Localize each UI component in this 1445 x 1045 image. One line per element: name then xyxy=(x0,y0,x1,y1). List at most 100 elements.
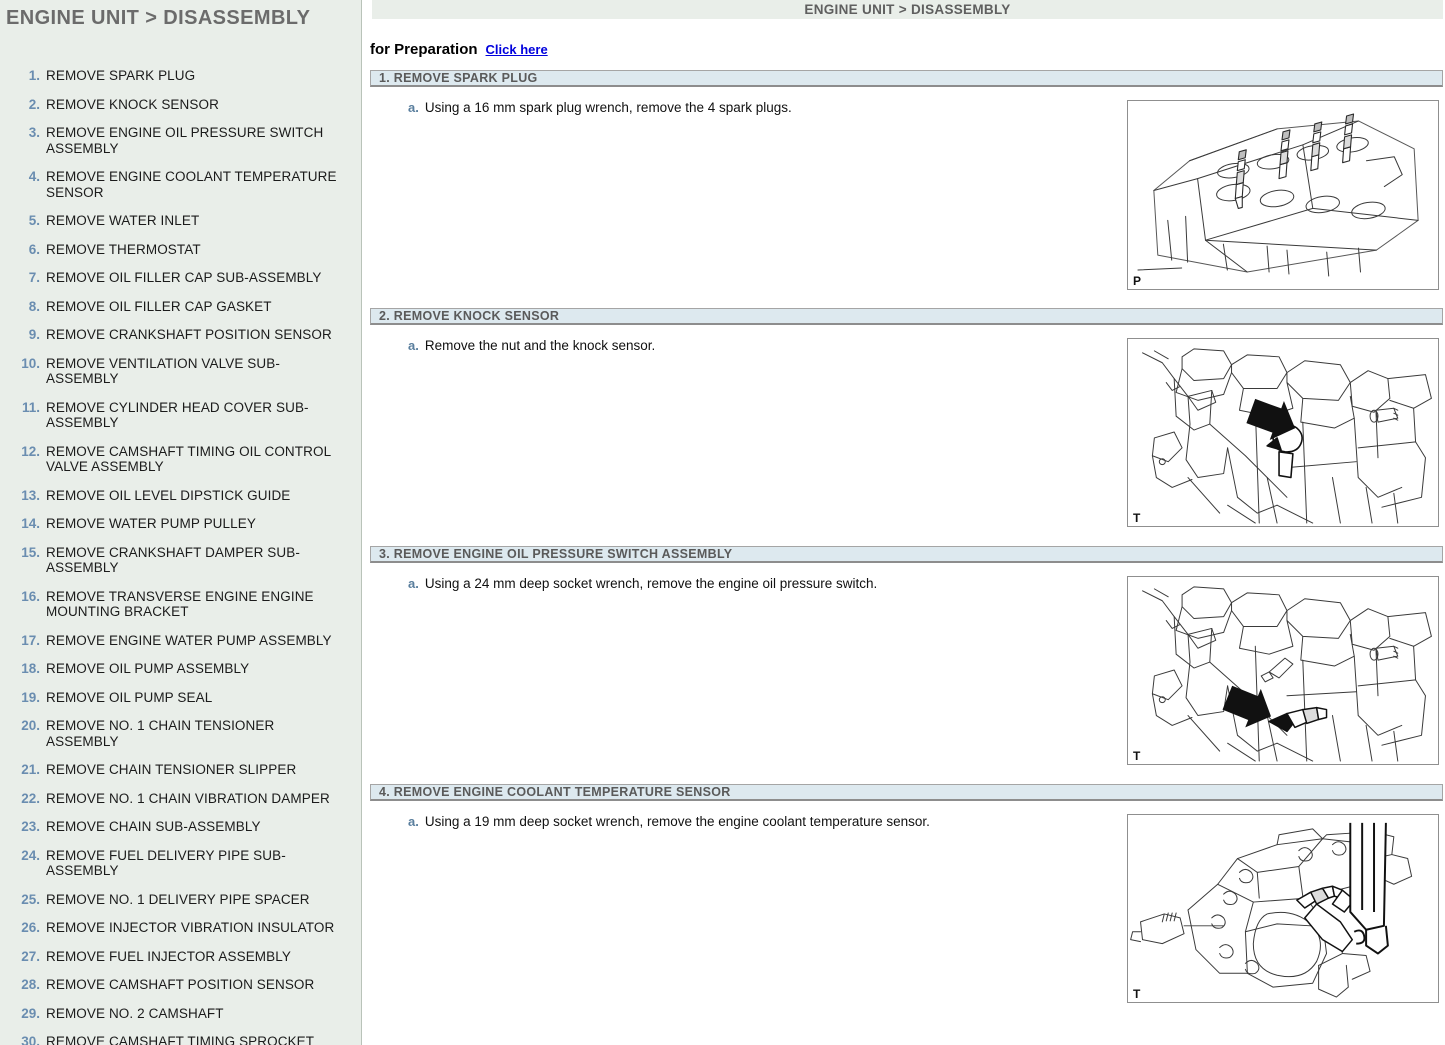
step-heading-text: 1. REMOVE SPARK PLUG xyxy=(379,71,538,85)
figure-reference-tag: T xyxy=(1133,987,1141,1001)
sidebar-procedure-list: 1. REMOVE SPARK PLUG 2. REMOVE KNOCK SENSOR… xyxy=(0,68,361,1045)
sidebar-item-number: 28. xyxy=(21,977,40,992)
sidebar-item-21[interactable]: 21. REMOVE CHAIN TENSIONER SLIPPER xyxy=(0,762,361,778)
sidebar-item-25[interactable]: 25. REMOVE NO. 1 DELIVERY PIPE SPACER xyxy=(0,892,361,908)
sidebar-item-label: REMOVE INJECTOR VIBRATION INSULATOR xyxy=(46,920,335,935)
sidebar-item-20[interactable]: 20. REMOVE NO. 1 CHAIN TENSIONER ASSEMBLY xyxy=(0,718,361,749)
sidebar-item-10[interactable]: 10. REMOVE VENTILATION VALVE SUB-ASSEMBLY xyxy=(0,356,361,387)
sidebar-item-number: 24. xyxy=(21,847,40,863)
sidebar-item-27[interactable]: 27. REMOVE FUEL INJECTOR ASSEMBLY xyxy=(0,949,361,965)
sidebar-item-number: 9. xyxy=(28,327,40,342)
sidebar-item-label: REMOVE CHAIN TENSIONER SLIPPER xyxy=(46,762,297,777)
step-instruction: a. Remove the nut and the knock sensor. xyxy=(408,338,1127,353)
sidebar-item-17[interactable]: 17. REMOVE ENGINE WATER PUMP ASSEMBLY xyxy=(0,633,361,649)
sidebar-item-15[interactable]: 15. REMOVE CRANKSHAFT DAMPER SUB-ASSEMBLY xyxy=(0,545,361,576)
sidebar-item-number: 17. xyxy=(21,632,40,648)
sidebar-item-label: REMOVE CAMSHAFT TIMING SPROCKET xyxy=(46,1034,315,1045)
sidebar-item-number: 27. xyxy=(21,948,40,964)
sidebar-item-19[interactable]: 19. REMOVE OIL PUMP SEAL xyxy=(0,690,361,706)
sidebar-item-label: REMOVE SPARK PLUG xyxy=(46,68,196,83)
sidebar-title: ENGINE UNIT > DISASSEMBLY xyxy=(6,7,311,29)
preparation-click-here-link[interactable]: Click here xyxy=(486,42,548,57)
sidebar-item-9[interactable]: 9. REMOVE CRANKSHAFT POSITION SENSOR xyxy=(0,327,361,343)
sidebar-item-number: 7. xyxy=(28,270,40,285)
content-header-bar: ENGINE UNIT > DISASSEMBLY xyxy=(372,0,1443,19)
sidebar-item-11[interactable]: 11. REMOVE CYLINDER HEAD COVER SUB-ASSEMB… xyxy=(0,400,361,431)
sidebar-item-29[interactable]: 29. REMOVE NO. 2 CAMSHAFT xyxy=(0,1006,361,1022)
step-body: a. Using a 16 mm spark plug wrench, remov… xyxy=(370,87,1443,299)
sidebar-item-label: REMOVE OIL FILLER CAP GASKET xyxy=(46,298,272,314)
sidebar-item-12[interactable]: 12. REMOVE CAMSHAFT TIMING OIL CONTROL VA… xyxy=(0,444,361,475)
sidebar-item-7[interactable]: 7. REMOVE OIL FILLER CAP SUB-ASSEMBLY xyxy=(0,270,361,286)
technical-illustration-1: P xyxy=(1127,100,1439,290)
sidebar-item-18[interactable]: 18. REMOVE OIL PUMP ASSEMBLY xyxy=(0,661,361,677)
sidebar-item-number: 1. xyxy=(28,68,40,83)
step-1: 1. REMOVE SPARK PLUG a. Using a 16 mm spar… xyxy=(370,70,1443,299)
sidebar-item-8[interactable]: 8. REMOVE OIL FILLER CAP GASKET xyxy=(0,299,361,315)
sidebar-item-number: 11. xyxy=(21,399,40,415)
sidebar-item-1[interactable]: 1. REMOVE SPARK PLUG xyxy=(0,68,361,84)
step-heading-bar: 2. REMOVE KNOCK SENSOR xyxy=(370,308,1443,325)
step-3: 3. REMOVE ENGINE OIL PRESSURE SWITCH ASS… xyxy=(370,546,1443,775)
step-heading-text: 4. REMOVE ENGINE COOLANT TEMPERATURE SEN… xyxy=(379,785,731,799)
sidebar-item-label: REMOVE VENTILATION VALVE SUB-ASSEMBLY xyxy=(46,355,280,387)
sidebar-item-number: 18. xyxy=(21,661,40,676)
sidebar-item-13[interactable]: 13. REMOVE OIL LEVEL DIPSTICK GUIDE xyxy=(0,488,361,504)
sidebar-item-label: REMOVE OIL PUMP ASSEMBLY xyxy=(46,661,250,676)
figure-reference-tag: P xyxy=(1133,274,1142,288)
sidebar-item-23[interactable]: 23. REMOVE CHAIN SUB-ASSEMBLY xyxy=(0,819,361,835)
step-instruction-text: Remove the nut and the knock sensor. xyxy=(424,338,656,353)
sidebar-item-30[interactable]: 30. REMOVE CAMSHAFT TIMING SPROCKET xyxy=(0,1034,361,1045)
sidebar-item-5[interactable]: 5. REMOVE WATER INLET xyxy=(0,213,361,229)
sidebar-item-26[interactable]: 26. REMOVE INJECTOR VIBRATION INSULATOR xyxy=(0,920,361,936)
sidebar-item-number: 16. xyxy=(21,588,40,604)
step-text-column: a. Using a 24 mm deep socket wrench, remo… xyxy=(370,576,1127,591)
sidebar-item-number: 3. xyxy=(28,125,40,140)
sidebar-item-label: REMOVE CAMSHAFT TIMING OIL CONTROL VALVE… xyxy=(46,443,331,475)
step-2: 2. REMOVE KNOCK SENSOR a. Remove the nut a… xyxy=(370,308,1443,537)
step-heading-bar: 3. REMOVE ENGINE OIL PRESSURE SWITCH ASS… xyxy=(370,546,1443,563)
technical-illustration-4: T xyxy=(1127,814,1439,1003)
sidebar-item-label: REMOVE ENGINE WATER PUMP ASSEMBLY xyxy=(46,632,332,648)
sidebar-item-number: 12. xyxy=(21,443,40,459)
technical-illustration-2: T xyxy=(1127,338,1439,527)
service-manual-page: ENGINE UNIT > DISASSEMBLY 1. REMOVE SPARK… xyxy=(0,0,1445,1045)
sidebar-item-number: 19. xyxy=(21,689,40,705)
sidebar-item-28[interactable]: 28. REMOVE CAMSHAFT POSITION SENSOR xyxy=(0,977,361,993)
preparation-row: for Preparation Click here xyxy=(362,19,1445,58)
step-figure-column: T xyxy=(1127,814,1443,1003)
step-text-column: a. Using a 16 mm spark plug wrench, remov… xyxy=(370,100,1127,115)
sidebar-item-6[interactable]: 6. REMOVE THERMOSTAT xyxy=(0,242,361,258)
sidebar-item-number: 29. xyxy=(21,1005,40,1021)
sidebar-item-16[interactable]: 16. REMOVE TRANSVERSE ENGINE ENGINE MOUNT… xyxy=(0,589,361,620)
sidebar-item-label: REMOVE FUEL DELIVERY PIPE SUB-ASSEMBLY xyxy=(46,847,286,879)
sidebar-item-label: REMOVE TRANSVERSE ENGINE ENGINE MOUNTING… xyxy=(46,588,314,620)
sidebar-item-label: REMOVE NO. 1 CHAIN VIBRATION DAMPER xyxy=(46,790,330,806)
sidebar-item-number: 13. xyxy=(21,487,40,503)
sidebar-item-label: REMOVE NO. 2 CAMSHAFT xyxy=(46,1005,224,1021)
step-heading-bar: 1. REMOVE SPARK PLUG xyxy=(370,70,1443,87)
step-instruction-marker: a. xyxy=(408,576,419,591)
sidebar-item-number: 22. xyxy=(21,790,40,806)
sidebar-item-number: 20. xyxy=(21,718,40,733)
step-heading-bar: 4. REMOVE ENGINE COOLANT TEMPERATURE SEN… xyxy=(370,784,1443,801)
step-figure-column: T xyxy=(1127,338,1443,527)
sidebar-item-label: REMOVE WATER INLET xyxy=(46,213,200,228)
step-text-column: a. Remove the nut and the knock sensor. xyxy=(370,338,1127,353)
step-instruction: a. Using a 16 mm spark plug wrench, remov… xyxy=(408,100,1127,115)
sidebar-item-number: 14. xyxy=(21,516,40,531)
sidebar-item-number: 23. xyxy=(21,819,40,834)
sidebar-item-label: REMOVE OIL FILLER CAP SUB-ASSEMBLY xyxy=(46,270,322,285)
sidebar-item-2[interactable]: 2. REMOVE KNOCK SENSOR xyxy=(0,97,361,113)
sidebar-item-22[interactable]: 22. REMOVE NO. 1 CHAIN VIBRATION DAMPER xyxy=(0,791,361,807)
sidebar-item-label: REMOVE THERMOSTAT xyxy=(46,241,201,257)
sidebar-item-3[interactable]: 3. REMOVE ENGINE OIL PRESSURE SWITCH ASSE… xyxy=(0,125,361,156)
sidebar-item-label: REMOVE FUEL INJECTOR ASSEMBLY xyxy=(46,948,291,964)
sidebar-item-label: REMOVE CRANKSHAFT POSITION SENSOR xyxy=(46,327,332,342)
step-figure-column: P xyxy=(1127,100,1443,290)
sidebar-item-24[interactable]: 24. REMOVE FUEL DELIVERY PIPE SUB-ASSEMBL… xyxy=(0,848,361,879)
sidebar-item-14[interactable]: 14. REMOVE WATER PUMP PULLEY xyxy=(0,516,361,532)
steps-container: 1. REMOVE SPARK PLUG a. Using a 16 mm spar… xyxy=(362,70,1445,1013)
step-heading-text: 2. REMOVE KNOCK SENSOR xyxy=(379,309,560,323)
sidebar-item-4[interactable]: 4. REMOVE ENGINE COOLANT TEMPERATURE SENS… xyxy=(0,169,361,200)
